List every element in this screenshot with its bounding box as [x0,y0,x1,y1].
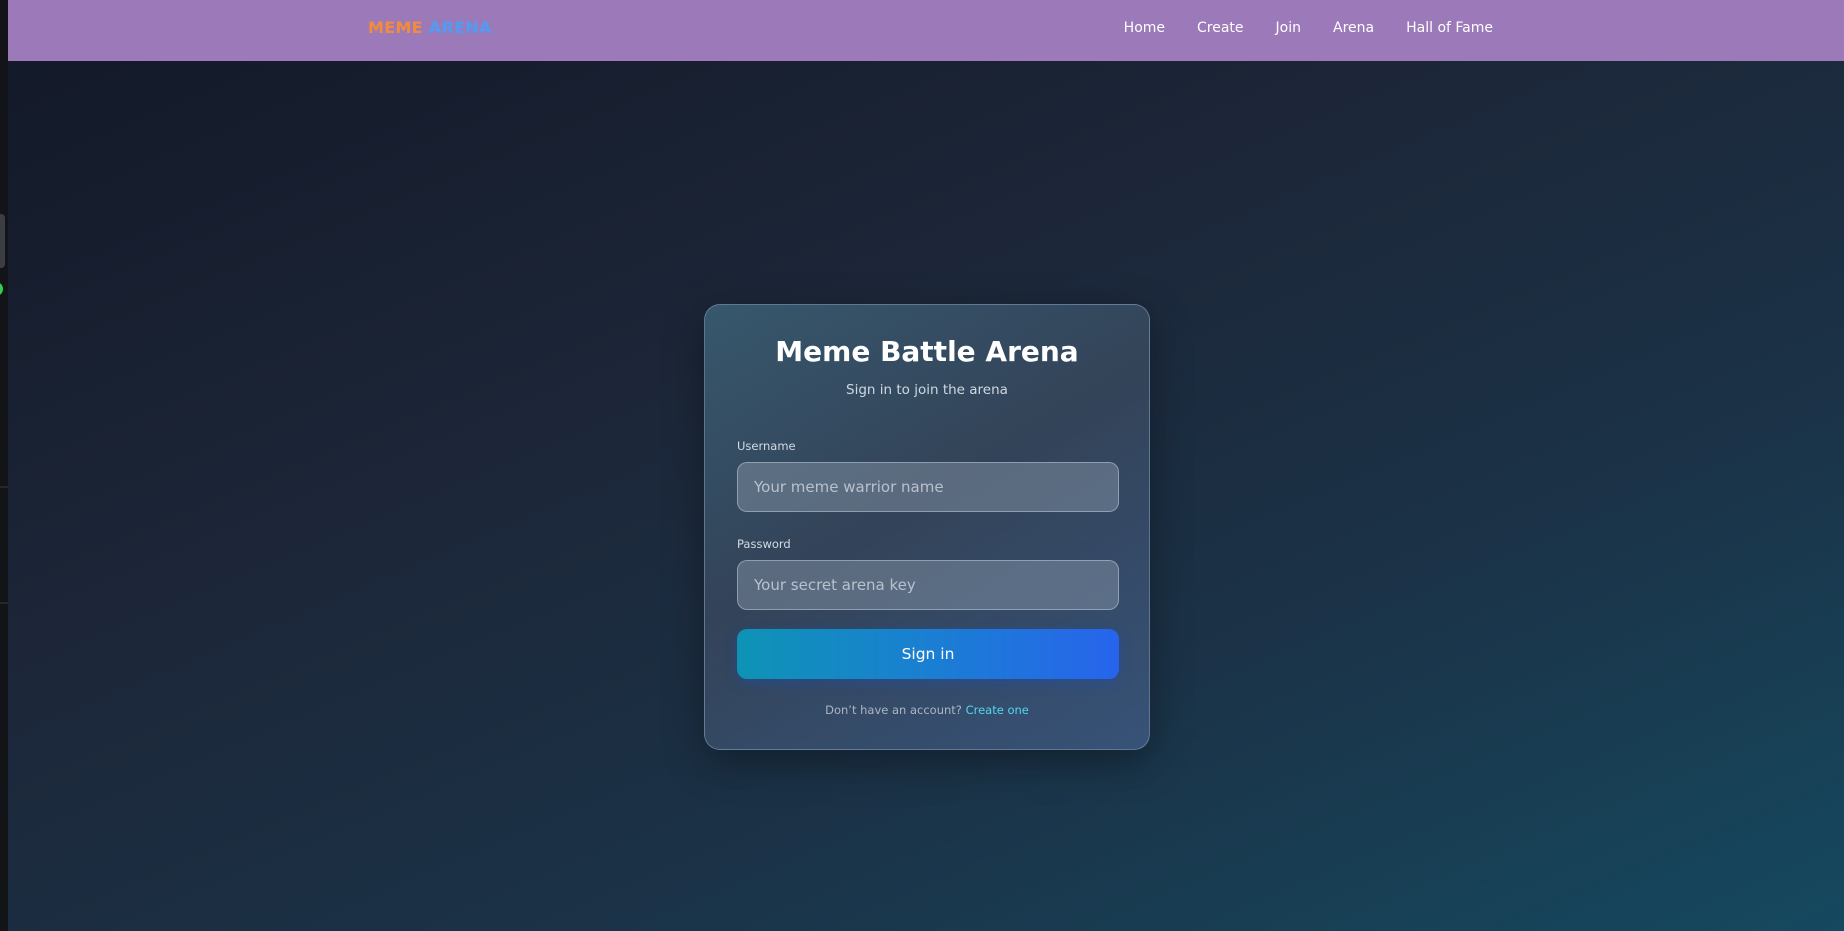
signup-prompt-text: Don’t have an account? [825,703,962,717]
top-navbar: MEME ARENA Home Create Join Arena Hall o… [8,0,1844,61]
username-label: Username [737,439,796,453]
nav-link-create[interactable]: Create [1197,20,1244,36]
side-tab-handle[interactable] [0,214,5,268]
nav-link-hall-of-fame[interactable]: Hall of Fame [1406,20,1493,36]
nav-link-join[interactable]: Join [1276,20,1301,36]
nav-link-home[interactable]: Home [1124,20,1165,36]
signup-prompt: Don’t have an account? Create one [705,703,1149,717]
page-background: MEME ARENA Home Create Join Arena Hall o… [8,0,1844,931]
username-input[interactable] [737,462,1119,512]
password-label: Password [737,537,791,551]
status-indicator-dot [0,282,3,296]
login-subtitle: Sign in to join the arena [846,382,1008,398]
brand-word-meme: MEME [368,18,423,37]
divider [0,602,8,604]
password-input[interactable] [737,560,1119,610]
create-account-link[interactable]: Create one [966,703,1029,717]
left-window-edge [0,0,8,931]
login-card: Meme Battle Arena Sign in to join the ar… [704,304,1150,750]
brand-logo[interactable]: MEME ARENA [368,18,492,37]
login-title: Meme Battle Arena [775,335,1079,368]
nav-link-arena[interactable]: Arena [1333,20,1374,36]
brand-word-arena: ARENA [428,18,492,37]
sign-in-button[interactable]: Sign in [737,629,1119,679]
nav-links: Home Create Join Arena Hall of Fame [1124,20,1493,36]
divider [0,486,8,488]
